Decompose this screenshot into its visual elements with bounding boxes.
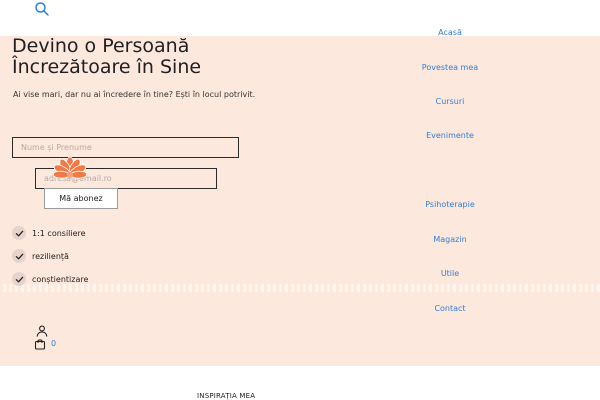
nav-item-magazin[interactable]: Magazin [400,235,500,244]
hero-divider [0,284,600,292]
nav-item-psihoterapie[interactable]: Psihoterapie [400,200,500,209]
subscribe-button[interactable]: Mă abonez [44,188,118,209]
hero-title-line-1: Devino o Persoană [12,35,190,57]
feature-label: conștientizare [32,274,89,284]
check-icon [12,226,26,240]
user-icon[interactable] [36,325,48,337]
nav-item-evenimente[interactable]: Evenimente [400,131,500,140]
feature-label: reziliență [32,251,69,261]
lotus-logo-icon [54,156,86,179]
hero-title: Devino o Persoană Încrezătoare în Sine [12,36,312,78]
nav-item-contact[interactable]: Contact [400,304,500,313]
search-icon[interactable] [34,1,50,17]
cart-count[interactable]: 0 [51,339,56,348]
nav-item-povestea-mea[interactable]: Povestea mea [400,63,500,72]
name-field[interactable] [12,137,239,158]
check-icon [12,249,26,263]
hero-title-line-2: Încrezătoare în Sine [12,56,202,78]
feature-item: conștientizare [12,272,88,286]
nav-item-acasa[interactable]: Acasă [400,28,500,37]
section-heading: INSPIRAȚIA MEA [197,392,256,400]
shopping-bag-icon[interactable] [34,338,46,350]
nav-item-utile[interactable]: Utile [400,269,500,278]
feature-item: 1:1 consiliere [12,226,86,240]
check-icon [12,272,26,286]
nav-item-cursuri[interactable]: Cursuri [400,97,500,106]
feature-item: reziliență [12,249,69,263]
feature-label: 1:1 consiliere [32,228,86,238]
hero-subtitle: Ai vise mari, dar nu ai încredere în tin… [13,90,256,99]
